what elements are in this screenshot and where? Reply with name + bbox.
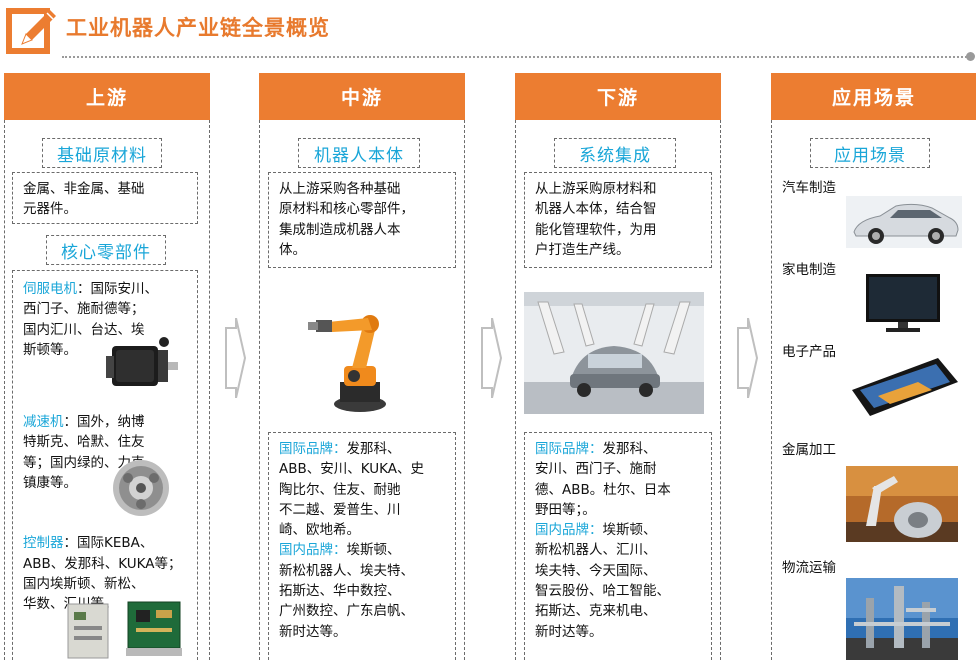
label-basic-materials: 基础原材料 [42,138,162,168]
label-robot-body: 机器人本体 [298,138,420,168]
label-applications: 应用场景 [810,138,930,168]
application-item-electronics: 电子产品 [782,344,836,360]
smartphone-image [852,358,958,416]
flow-arrow-icon [225,318,246,398]
production-line-image [524,292,704,414]
logistics-image [846,578,958,660]
tv-image [866,274,940,332]
column-header-upstream: 上游 [4,73,210,120]
flow-arrow-icon [481,318,502,398]
car-image [846,196,962,248]
servo-motor-image [106,337,178,386]
column-header-downstream: 下游 [515,73,721,120]
title-divider [62,56,974,58]
page-title: 工业机器人产业链全景概览 [66,16,330,40]
application-item-appliance: 家电制造 [782,262,836,278]
downstream-brands: 国际品牌：发那科、 安川、西门子、施耐 德、ABB。杜尔、日本 野田等；。 国内… [524,432,712,661]
title-divider-dot [966,52,975,61]
controller-image [67,601,182,659]
column-header-applications: 应用场景 [771,73,976,120]
midstream-description: 从上游采购各种基础 原材料和核心零部件， 集成制造成机器人本 体。 [268,172,456,268]
flow-arrow-icon [737,318,758,398]
reducer-image [113,460,169,516]
pencil-edit-icon [6,8,56,54]
application-item-metalwork: 金属加工 [782,442,836,458]
industrial-robot-image [308,315,386,412]
application-item-auto: 汽车制造 [782,180,836,196]
label-core-components: 核心零部件 [46,235,166,265]
label-system-integration: 系统集成 [554,138,676,168]
midstream-brands: 国际品牌：发那科、 ABB、安川、KUKA、史 陶比尔、住友、耐驰 不二越、爱普… [268,432,456,661]
column-header-midstream: 中游 [259,73,465,120]
application-item-logistics: 物流运输 [782,560,836,576]
downstream-description: 从上游采购原材料和 机器人本体，结合智 能化管理软件，为用 户打造生产线。 [524,172,712,268]
metal-processing-image [846,466,958,542]
basic-materials-text: 金属、非金属、基础 元器件。 [12,172,198,224]
